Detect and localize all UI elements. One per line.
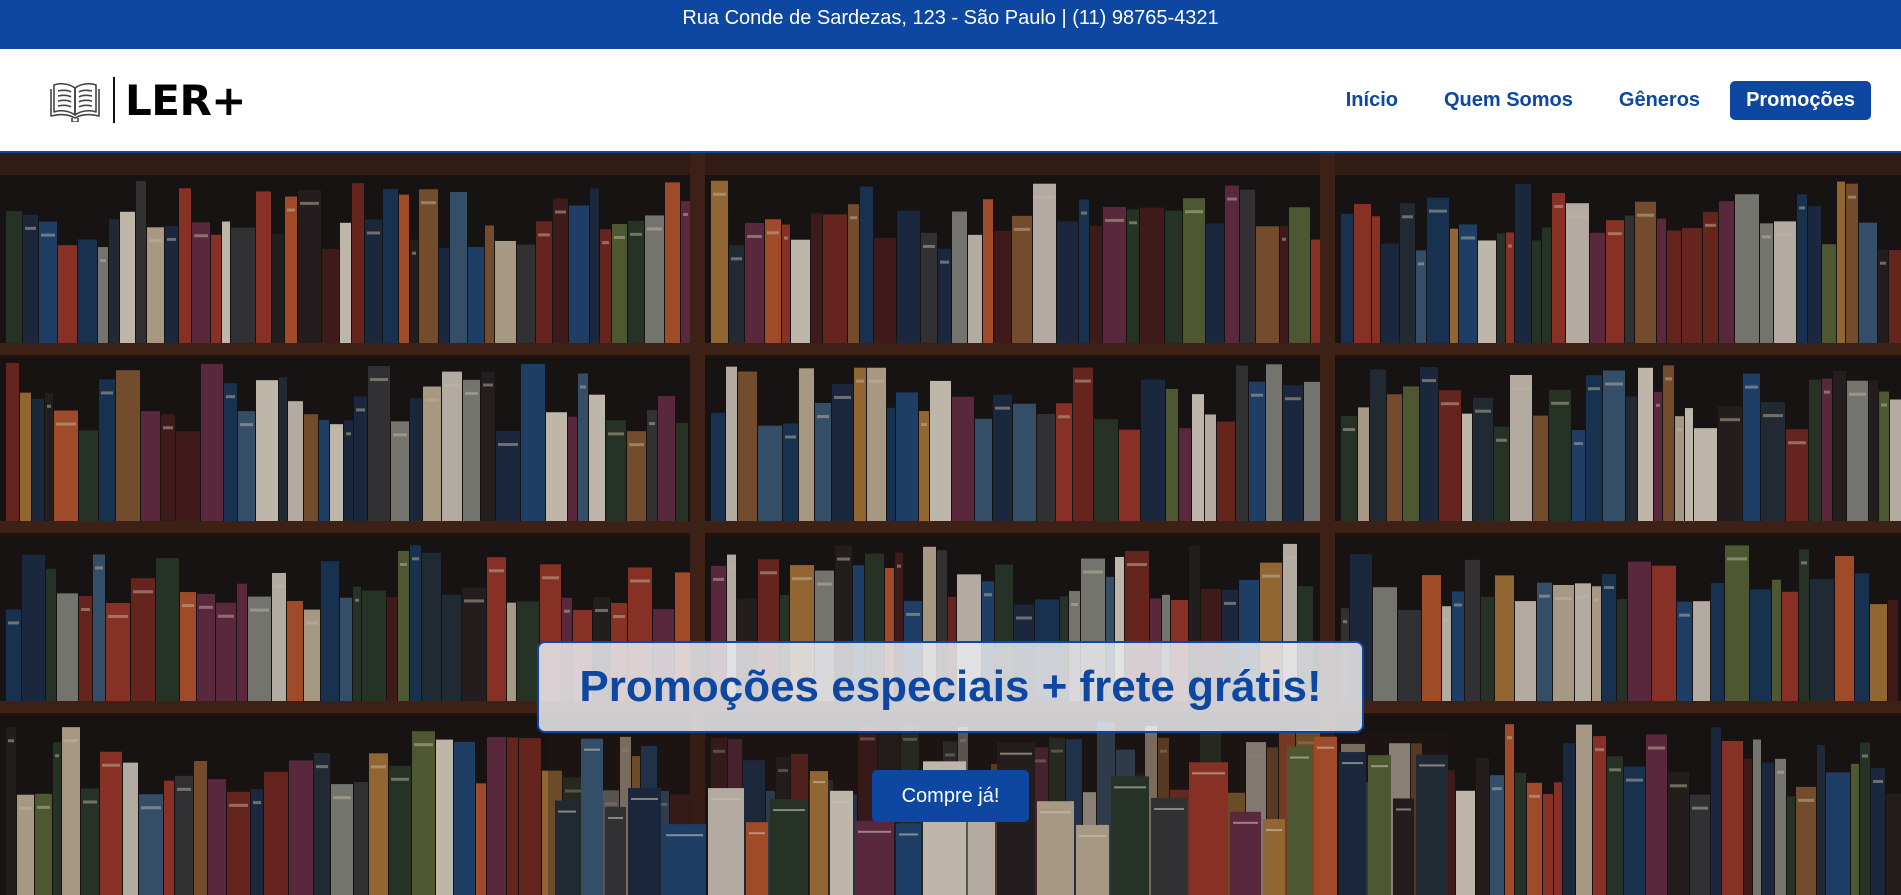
site-header: LER+ Início Quem Somos Gêneros Promoções: [0, 49, 1901, 153]
promo-title-box: Promoções especiais + frete grátis!: [537, 641, 1364, 733]
nav-link-promocoes[interactable]: Promoções: [1730, 80, 1871, 120]
top-info-bar: Rua Conde de Sardezas, 123 - São Paulo |…: [0, 0, 1901, 49]
logo[interactable]: LER+: [50, 75, 247, 125]
promo-title: Promoções especiais + frete grátis!: [579, 662, 1322, 711]
main-nav: Início Quem Somos Gêneros Promoções: [1316, 80, 1871, 120]
address-phone-text: Rua Conde de Sardezas, 123 - São Paulo |…: [682, 7, 1219, 29]
logo-divider: [113, 77, 115, 123]
buy-now-button[interactable]: Compre já!: [872, 770, 1029, 822]
nav-link-quem-somos[interactable]: Quem Somos: [1428, 81, 1589, 120]
nav-link-inicio[interactable]: Início: [1330, 81, 1414, 120]
logo-text: LER+: [125, 75, 247, 125]
open-book-icon: [50, 82, 100, 122]
hero-banner: Promoções especiais + frete grátis! Comp…: [0, 153, 1901, 895]
nav-link-generos[interactable]: Gêneros: [1603, 81, 1716, 120]
